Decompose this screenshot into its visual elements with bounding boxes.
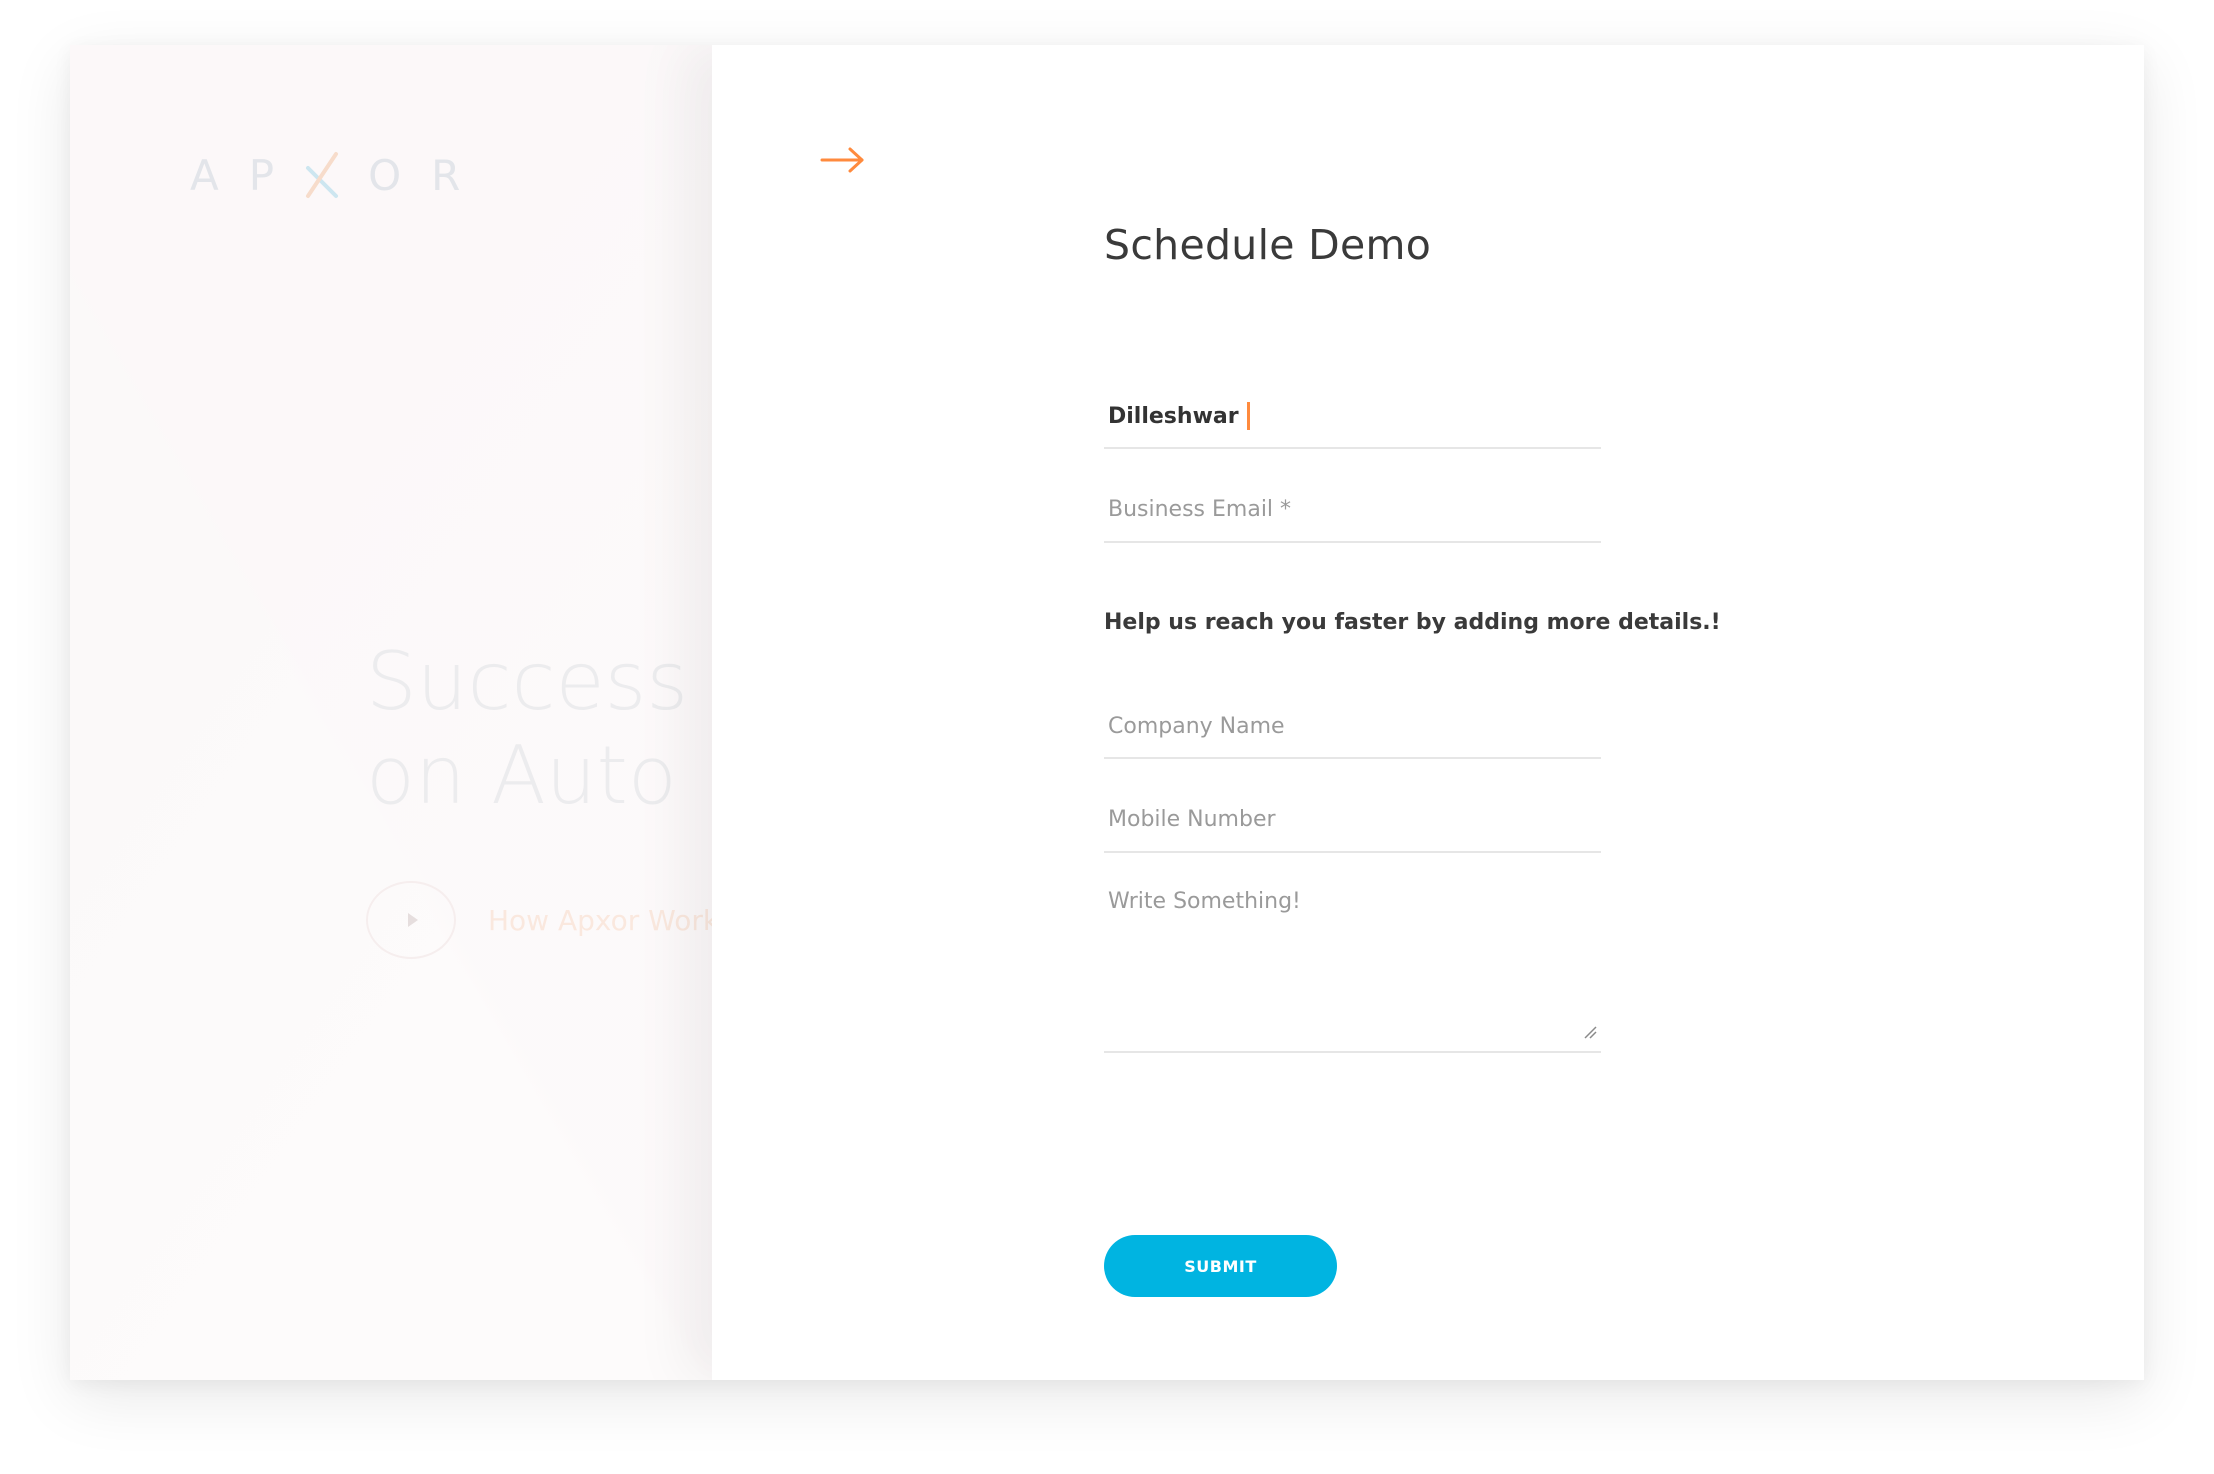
play-icon	[407, 913, 418, 927]
mobile-field[interactable]	[1104, 787, 1601, 853]
logo-letters-left: AP	[190, 150, 305, 200]
submit-button[interactable]: SUBMIT	[1104, 1235, 1337, 1297]
message-field[interactable]	[1104, 883, 1601, 1053]
schedule-demo-drawer: Schedule Demo Dilleshwar Help us reach y…	[712, 45, 2144, 1380]
logo-letters-right: OR	[368, 150, 491, 200]
logo-x-icon	[304, 150, 340, 200]
company-input[interactable]	[1104, 713, 1601, 739]
name-field[interactable]: Dilleshwar	[1104, 385, 1601, 449]
name-field-value[interactable]: Dilleshwar	[1104, 404, 1239, 429]
play-button[interactable]	[366, 881, 456, 959]
video-link[interactable]: How Apxor Work	[366, 881, 719, 959]
helper-text: Help us reach you faster by adding more …	[1104, 610, 1721, 635]
arrow-right-icon[interactable]	[820, 145, 866, 175]
text-cursor	[1246, 402, 1250, 430]
email-input[interactable]	[1104, 496, 1601, 522]
page-card: AP OR Success M on Auto P How Apxor Work	[70, 45, 2144, 1380]
message-textarea[interactable]	[1104, 883, 1601, 1033]
email-field[interactable]	[1104, 477, 1601, 543]
video-link-label[interactable]: How Apxor Work	[488, 904, 719, 937]
apxor-logo: AP OR	[190, 145, 490, 205]
mobile-input[interactable]	[1104, 806, 1601, 832]
company-field[interactable]	[1104, 695, 1601, 759]
form-title: Schedule Demo	[1104, 221, 1432, 269]
schedule-demo-form: Schedule Demo Dilleshwar Help us reach y…	[1104, 215, 1721, 1297]
resize-handle-icon[interactable]	[1583, 1025, 1597, 1039]
